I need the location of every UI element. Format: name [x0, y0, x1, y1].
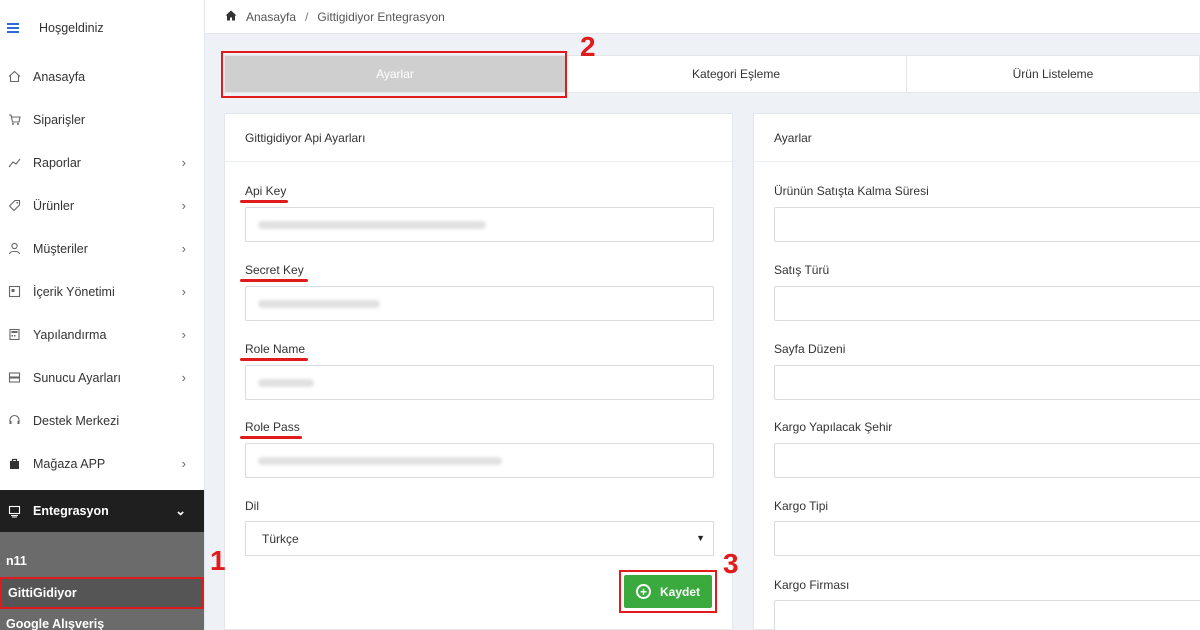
chevron-right-icon: › — [181, 327, 186, 342]
settings-title: Ayarlar — [754, 114, 1200, 162]
sidebar-item-server[interactable]: Sunucu Ayarları › — [0, 356, 204, 399]
annotation-number: 1 — [210, 545, 226, 576]
sidebar-brand: Hoşgeldiniz — [0, 0, 204, 55]
submenu-item-gittigidiyor[interactable]: GittiGidiyor — [0, 577, 204, 609]
chevron-right-icon: › — [181, 241, 186, 256]
chevron-right-icon: › — [181, 370, 186, 385]
language-select[interactable]: Türkçe ▼ — [245, 521, 714, 556]
sidebar-item-integration[interactable]: Entegrasyon ⌄ — [0, 490, 204, 532]
sidebar-item-label: Destek Merkezi — [33, 413, 120, 428]
headset-icon — [7, 414, 21, 428]
annotation-underline — [240, 200, 288, 203]
secret-key-label: Secret Key — [245, 263, 304, 277]
breadcrumb-current: Gittigidiyor Entegrasyon — [317, 9, 445, 24]
shipping-type-label: Kargo Tipi — [774, 499, 829, 513]
settings-panel: Ayarlar Ürünün Satışta Kalma Süresi Satı… — [753, 113, 1200, 630]
sidebar-item-configuration[interactable]: Yapılandırma › — [0, 313, 204, 356]
annotation-underline — [240, 358, 308, 361]
role-pass-label: Role Pass — [245, 420, 300, 434]
sidebar-item-label: Anasayfa — [33, 69, 86, 84]
chart-icon — [7, 156, 21, 170]
integration-icon — [7, 504, 21, 518]
sidebar-item-customers[interactable]: Müşteriler › — [0, 227, 204, 270]
sidebar-item-label: Mağaza APP — [33, 456, 106, 471]
sale-type-input[interactable] — [774, 286, 1200, 321]
cart-icon — [7, 113, 21, 127]
page-layout-label: Sayfa Düzeni — [774, 342, 846, 356]
annotation-underline — [240, 279, 308, 282]
integration-submenu: n11 GittiGidiyor Google Alışveriş — [0, 532, 204, 630]
breadcrumb-separator: / — [305, 9, 309, 24]
tab-product-listing[interactable]: Ürün Listeleme — [907, 56, 1199, 92]
api-settings-title: Gittigidiyor Api Ayarları — [225, 114, 732, 162]
sidebar-item-orders[interactable]: Siparişler — [0, 98, 204, 141]
sidebar: Hoşgeldiniz Anasayfa Siparişler Raporlar… — [0, 0, 205, 630]
menu-icon[interactable] — [7, 21, 19, 35]
language-selected-value: Türkçe — [262, 531, 299, 546]
sidebar-item-label: Yapılandırma — [33, 327, 107, 342]
sidebar-item-label: Siparişler — [33, 112, 86, 127]
save-button[interactable]: + Kaydet — [624, 575, 712, 608]
listing-duration-label: Ürünün Satışta Kalma Süresi — [774, 184, 929, 198]
role-name-label: Role Name — [245, 342, 306, 356]
content-icon — [7, 285, 21, 299]
annotation-box-settings-tab — [221, 51, 567, 98]
sidebar-item-label: Müşteriler — [33, 241, 88, 256]
sidebar-item-label: Raporlar — [33, 155, 81, 170]
save-button-label: Kaydet — [659, 584, 700, 599]
sale-type-label: Satış Türü — [774, 263, 830, 277]
chevron-right-icon: › — [181, 456, 186, 471]
sidebar-item-support[interactable]: Destek Merkezi — [0, 399, 204, 442]
sidebar-item-label: Entegrasyon — [33, 504, 109, 518]
sidebar-item-label: Sunucu Ayarları — [33, 370, 122, 385]
bag-icon — [7, 457, 21, 471]
annotation-number: 2 — [580, 31, 596, 62]
breadcrumb-home-link[interactable]: Anasayfa — [246, 10, 296, 24]
breadcrumb: Anasayfa / Gittigidiyor Entegrasyon — [205, 0, 1200, 34]
home-icon[interactable] — [225, 10, 237, 24]
annotation-number: 3 — [723, 548, 739, 579]
tag-icon — [7, 199, 21, 213]
chevron-right-icon: › — [181, 198, 186, 213]
shipping-city-input[interactable] — [774, 443, 1200, 478]
calculator-icon — [7, 328, 21, 342]
language-label: Dil — [245, 499, 259, 513]
role-name-input[interactable] — [245, 365, 714, 400]
sidebar-item-products[interactable]: Ürünler › — [0, 184, 204, 227]
api-key-label: Api Key — [245, 184, 287, 198]
shipping-type-input[interactable] — [774, 521, 1200, 556]
chevron-right-icon: › — [181, 284, 186, 299]
server-icon — [7, 371, 21, 385]
tab-category-mapping[interactable]: Kategori Eşleme — [566, 56, 907, 92]
plus-circle-icon: + — [635, 584, 651, 599]
sidebar-item-reports[interactable]: Raporlar › — [0, 141, 204, 184]
listing-duration-input[interactable] — [774, 207, 1200, 242]
user-icon — [7, 242, 21, 256]
shipping-company-label: Kargo Firması — [774, 578, 850, 592]
page-layout-input[interactable] — [774, 365, 1200, 400]
sidebar-item-label: İçerik Yönetimi — [33, 284, 115, 299]
annotation-box-save: + Kaydet — [619, 570, 717, 613]
sidebar-item-label: Ürünler — [33, 198, 74, 213]
sidebar-item-home[interactable]: Anasayfa — [0, 55, 204, 98]
api-key-input[interactable] — [245, 207, 714, 242]
home-icon — [7, 70, 21, 84]
chevron-right-icon: › — [181, 155, 186, 170]
sidebar-item-store-app[interactable]: Mağaza APP › — [0, 442, 204, 485]
shipping-city-label: Kargo Yapılacak Şehir — [774, 420, 893, 434]
chevron-down-icon: ⌄ — [175, 503, 186, 518]
role-pass-input[interactable] — [245, 443, 714, 478]
sidebar-item-content[interactable]: İçerik Yönetimi › — [0, 270, 204, 313]
secret-key-input[interactable] — [245, 286, 714, 321]
annotation-underline — [240, 436, 302, 439]
submenu-item-google-shopping[interactable]: Google Alışveriş — [0, 609, 204, 630]
api-settings-panel: Gittigidiyor Api Ayarları Api Key Secret… — [224, 113, 733, 630]
dropdown-arrow-icon: ▼ — [696, 533, 705, 543]
submenu-item-n11[interactable]: n11 — [0, 532, 204, 577]
welcome-label: Hoşgeldiniz — [39, 20, 104, 35]
shipping-company-input[interactable] — [774, 600, 1200, 630]
